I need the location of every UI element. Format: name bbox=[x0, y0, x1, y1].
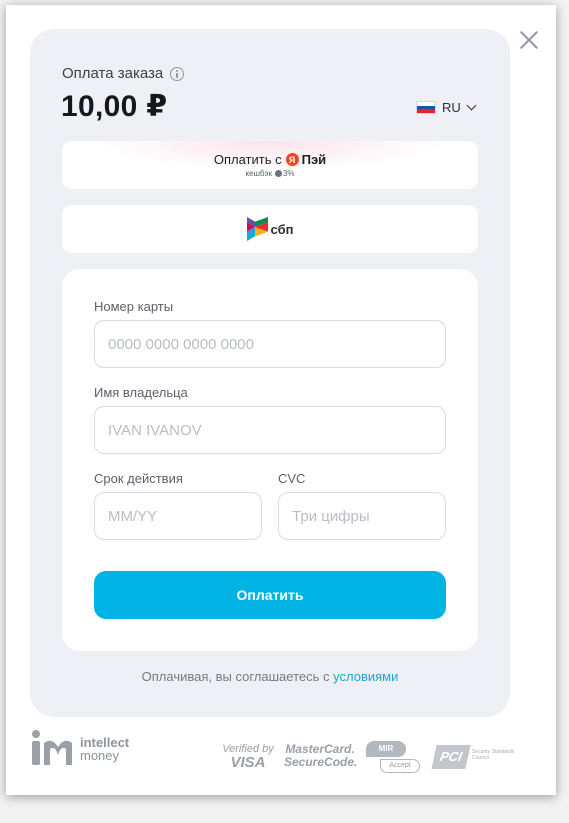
mir-accept-badge: MIR Accept bbox=[366, 741, 424, 775]
payment-window: Оплата заказа 10,00 ₽ RU Оплатить с Я Пэ… bbox=[6, 5, 556, 795]
pci-label: PCI bbox=[431, 745, 471, 769]
close-icon[interactable] bbox=[516, 27, 542, 53]
language-selector[interactable]: RU bbox=[416, 100, 477, 115]
card-number-label: Номер карты bbox=[94, 299, 174, 314]
chevron-down-icon bbox=[466, 100, 477, 111]
verified-by-visa-badge: Verified by VISA bbox=[219, 743, 277, 771]
order-amount: 10,00 ₽ bbox=[61, 90, 168, 123]
brand-line-2: money bbox=[80, 748, 120, 763]
card-form: Номер карты Имя владельца Срок действия … bbox=[62, 269, 478, 651]
visa-line-2: VISA bbox=[230, 754, 266, 771]
terms-text: Оплачивая, вы соглашаетесь с условиями bbox=[30, 669, 510, 684]
mir-accept-label: Accept bbox=[380, 759, 420, 773]
yandex-pay-label: Оплатить с Я Пэй bbox=[214, 152, 326, 167]
order-title-text: Оплата заказа bbox=[62, 65, 164, 82]
payment-panel: Оплата заказа 10,00 ₽ RU Оплатить с Я Пэ… bbox=[30, 29, 510, 717]
terms-prefix: Оплачивая, вы соглашаетесь с bbox=[141, 669, 330, 684]
order-title: Оплата заказа bbox=[62, 65, 185, 82]
mir-label: MIR bbox=[366, 741, 406, 757]
intellect-money-logo: intellect money bbox=[30, 729, 129, 769]
language-code: RU bbox=[442, 100, 461, 115]
pci-badge: PCI Security Standards Council bbox=[431, 745, 524, 773]
intellect-money-logo-icon bbox=[32, 730, 72, 765]
mastercard-securecode-badge: MasterCard. SecureCode. bbox=[284, 743, 358, 769]
footer: intellect money Verified by VISA MasterC… bbox=[6, 723, 556, 783]
cashback-label: кешбэк bbox=[245, 169, 272, 178]
expiry-input[interactable] bbox=[94, 492, 262, 540]
cvc-input[interactable] bbox=[278, 492, 446, 540]
cashback-icon bbox=[274, 170, 282, 177]
cashback-info: кешбэк 3% bbox=[245, 169, 294, 178]
cvc-label: CVC bbox=[278, 471, 306, 486]
yandex-logo-icon: Я bbox=[285, 153, 299, 166]
sbp-button[interactable]: сбп bbox=[62, 205, 478, 253]
info-icon[interactable] bbox=[170, 66, 185, 81]
sbp-logo-icon bbox=[246, 217, 268, 241]
yandex-pay-brand: Пэй bbox=[301, 152, 327, 167]
expiry-label: Срок действия bbox=[94, 471, 183, 486]
russia-flag-icon bbox=[416, 101, 436, 114]
terms-link[interactable]: условиями bbox=[333, 669, 398, 684]
mc-line-2: SecureCode. bbox=[284, 755, 358, 769]
holder-name-input[interactable] bbox=[94, 406, 446, 454]
intellect-money-text: intellect money bbox=[80, 736, 129, 762]
card-number-input[interactable] bbox=[94, 320, 446, 368]
cashback-value: 3% bbox=[282, 169, 295, 178]
pay-button[interactable]: Оплатить bbox=[94, 571, 446, 619]
pci-sub-label: Security Standards Council bbox=[472, 749, 515, 761]
sbp-label: сбп bbox=[270, 221, 294, 237]
holder-name-label: Имя владельца bbox=[94, 385, 188, 400]
yandex-pay-prefix: Оплатить с bbox=[213, 152, 282, 167]
yandex-pay-button[interactable]: Оплатить с Я Пэй кешбэк 3% bbox=[62, 141, 478, 189]
